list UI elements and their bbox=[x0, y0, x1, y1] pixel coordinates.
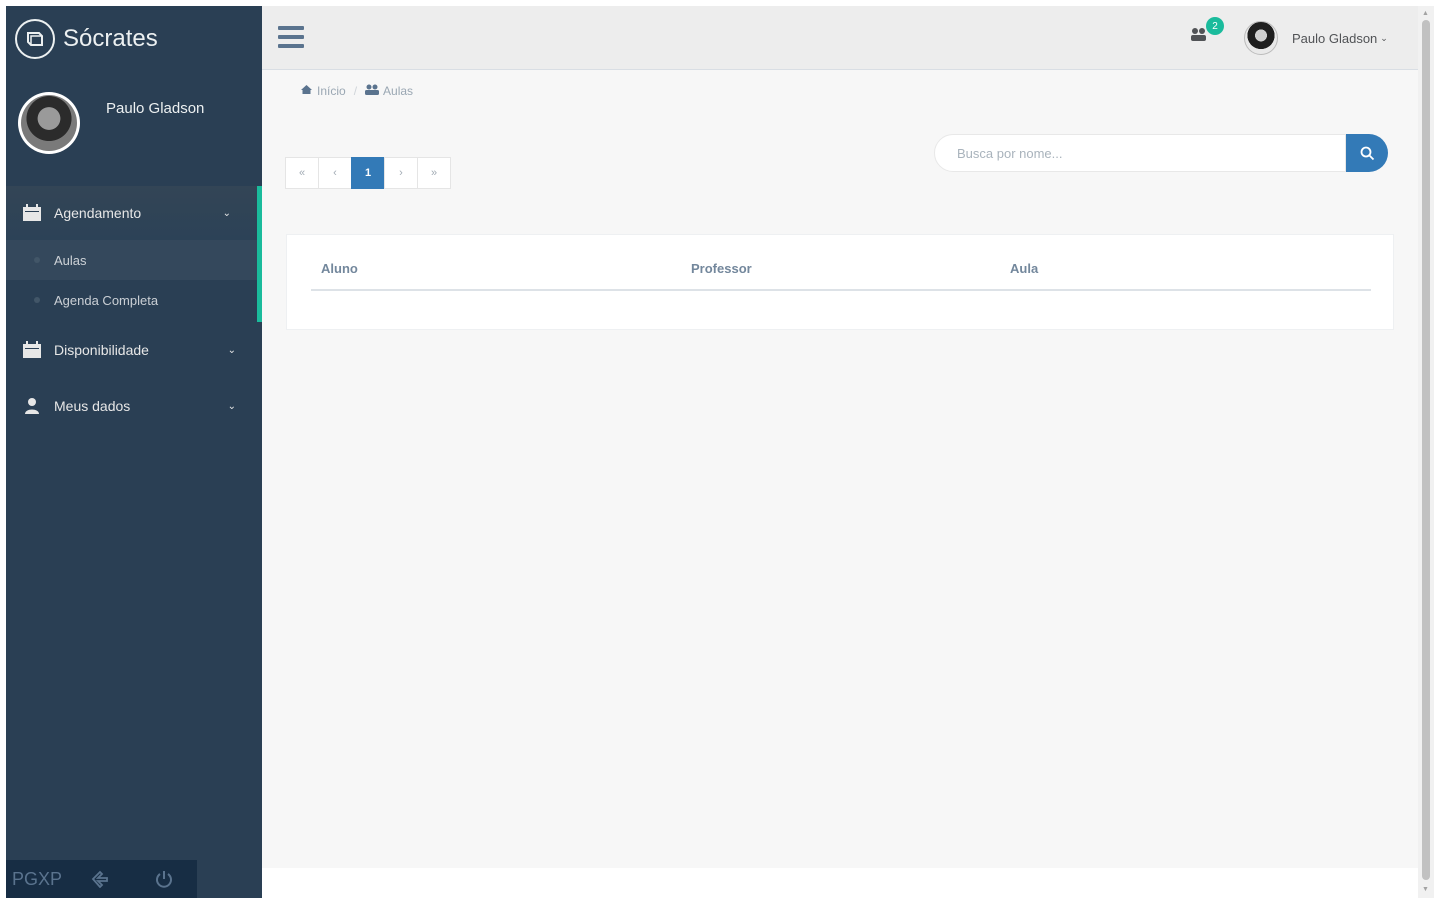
page-next-button[interactable]: › bbox=[384, 157, 418, 189]
breadcrumb-separator: / bbox=[353, 84, 358, 98]
scrollbar[interactable]: ▲ ▼ bbox=[1418, 6, 1434, 898]
breadcrumb-current-label: Aulas bbox=[383, 84, 414, 98]
avatar bbox=[1244, 21, 1278, 55]
user-name: Paulo Gladson bbox=[1292, 30, 1378, 46]
page-footer bbox=[262, 868, 1418, 898]
breadcrumb: Início / Aulas bbox=[300, 84, 413, 98]
breadcrumb-current: Aulas bbox=[365, 84, 413, 98]
user-icon bbox=[20, 396, 44, 416]
power-icon[interactable] bbox=[132, 860, 196, 898]
sidebar-item-label: Meus dados bbox=[54, 398, 131, 414]
page-current-button[interactable]: 1 bbox=[351, 157, 385, 189]
results-panel: Aluno Professor Aula bbox=[286, 234, 1394, 330]
search-icon bbox=[1360, 146, 1374, 160]
top-nav: 2 Paulo Gladson ⌄ bbox=[262, 6, 1418, 70]
menu-toggle-icon[interactable] bbox=[278, 26, 304, 48]
breadcrumb-home[interactable]: Início bbox=[300, 84, 346, 98]
scroll-up-icon[interactable]: ▲ bbox=[1422, 10, 1429, 17]
page-last-button[interactable]: » bbox=[417, 157, 451, 189]
column-header-aluno[interactable]: Aluno bbox=[321, 261, 358, 276]
sidebar-item-disponibilidade[interactable]: Disponibilidade ⌄ bbox=[6, 322, 262, 378]
sidebar-subitem-agenda-completa[interactable]: Agenda Completa bbox=[6, 280, 257, 320]
settings-hand-icon[interactable] bbox=[68, 860, 132, 898]
sidebar-subitem-aulas[interactable]: Aulas bbox=[6, 240, 257, 280]
chevron-down-icon: ⌄ bbox=[1380, 32, 1388, 43]
sidebar-item-meus-dados[interactable]: Meus dados ⌄ bbox=[6, 378, 262, 434]
sidebar-profile: Paulo Gladson bbox=[6, 72, 262, 186]
table-header: Aluno Professor Aula bbox=[311, 249, 1371, 291]
column-header-aula[interactable]: Aula bbox=[1010, 261, 1038, 276]
search-input[interactable] bbox=[934, 134, 1346, 172]
app-title: Sócrates bbox=[63, 25, 158, 52]
column-header-professor[interactable]: Professor bbox=[691, 261, 752, 276]
page-prev-button[interactable]: ‹ bbox=[318, 157, 352, 189]
notification-icon bbox=[1190, 28, 1208, 46]
sidebar-menu: Agendamento ⌄ Aulas Agenda Completa Disp… bbox=[6, 186, 262, 434]
sidebar-item-label: Agendamento bbox=[54, 205, 142, 221]
avatar bbox=[18, 92, 80, 154]
page-first-button[interactable]: « bbox=[285, 157, 319, 189]
book-icon bbox=[15, 19, 55, 59]
pagination: « ‹ 1 › » bbox=[285, 157, 451, 189]
users-icon bbox=[365, 84, 380, 98]
sidebar-item-agendamento[interactable]: Agendamento ⌄ bbox=[6, 186, 262, 240]
scroll-down-icon[interactable]: ▼ bbox=[1422, 886, 1429, 893]
chevron-down-icon: ⌄ bbox=[227, 400, 236, 412]
sidebar-footer: PGXP bbox=[6, 860, 197, 898]
chevron-down-icon: ⌄ bbox=[227, 344, 236, 356]
brand[interactable]: Sócrates bbox=[6, 6, 262, 72]
sub-menu: Aulas Agenda Completa bbox=[6, 240, 262, 322]
breadcrumb-home-label: Início bbox=[317, 84, 346, 98]
search-group bbox=[934, 134, 1388, 172]
notifications-button[interactable]: 2 bbox=[1190, 17, 1224, 50]
profile-name: Paulo Gladson bbox=[106, 100, 205, 117]
sidebar: Sócrates Paulo Gladson Agendamento ⌄ Aul… bbox=[6, 6, 262, 898]
search-button[interactable] bbox=[1346, 134, 1388, 172]
sidebar-item-label: Disponibilidade bbox=[54, 342, 149, 358]
main-content: 2 Paulo Gladson ⌄ Início / Aulas « ‹ 1 ›… bbox=[262, 6, 1418, 898]
footer-brand[interactable]: PGXP bbox=[6, 860, 68, 898]
notification-badge: 2 bbox=[1206, 17, 1224, 35]
chevron-down-icon: ⌄ bbox=[222, 207, 231, 219]
calendar-icon bbox=[20, 203, 44, 223]
user-dropdown[interactable]: Paulo Gladson ⌄ bbox=[1244, 20, 1388, 56]
calendar-icon bbox=[20, 340, 44, 360]
scrollbar-thumb[interactable] bbox=[1422, 20, 1430, 880]
home-icon bbox=[300, 84, 313, 98]
